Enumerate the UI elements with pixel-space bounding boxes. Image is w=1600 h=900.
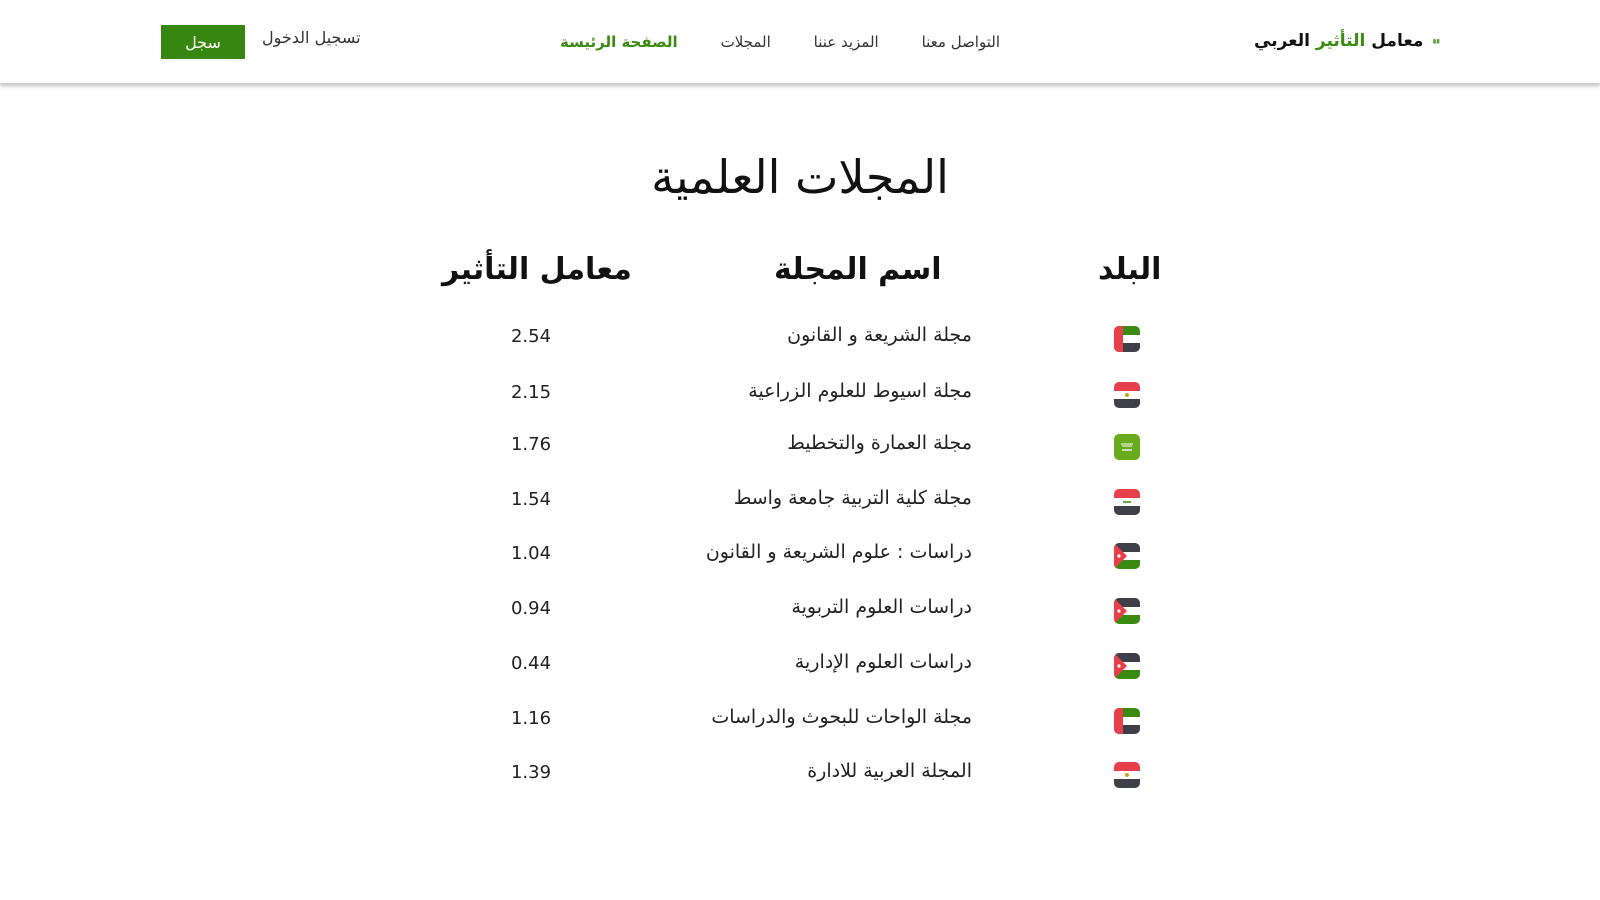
journal-name[interactable]: مجلة اسيوط للعلوم الزراعية — [748, 380, 972, 402]
site-logo[interactable]: معامل التأثير العربي — [1254, 26, 1440, 56]
login-link[interactable]: تسجيل الدخول — [262, 28, 361, 47]
table-row: دراسات العلوم الإدارية 0.44 — [0, 647, 1600, 687]
table-row: مجلة العمارة والتخطيط 1.76 — [0, 428, 1600, 468]
iraq-flag-icon — [1114, 489, 1140, 515]
impact-factor: 2.54 — [510, 326, 552, 347]
table-row: دراسات العلوم التربوية 0.94 — [0, 592, 1600, 632]
table-row: مجلة كلية التربية جامعة واسط 1.54 — [0, 483, 1600, 523]
journal-name[interactable]: دراسات : علوم الشريعة و القانون — [706, 541, 972, 563]
journal-name[interactable]: مجلة كلية التربية جامعة واسط — [734, 487, 972, 509]
journal-name[interactable]: مجلة الشريعة و القانون — [787, 324, 972, 346]
uae-flag-icon — [1114, 708, 1140, 734]
site-header: معامل التأثير العربي الصفحة الرئيسة المج… — [0, 0, 1600, 84]
column-header-name: اسم المجلة — [774, 252, 942, 287]
impact-factor: 2.15 — [510, 382, 552, 403]
column-header-country: البلد — [1098, 252, 1162, 287]
egypt-flag-icon — [1114, 382, 1140, 408]
table-row: مجلة الواحات للبحوث والدراسات 1.16 — [0, 702, 1600, 742]
nav-contact[interactable]: التواصل معنا — [922, 33, 1000, 51]
journal-name[interactable]: دراسات العلوم التربوية — [791, 596, 972, 618]
table-row: المجلة العربية للادارة 1.39 — [0, 756, 1600, 796]
impact-factor: 1.16 — [510, 708, 552, 729]
main-nav: الصفحة الرئيسة المجلات المزيد عننا التوا… — [560, 30, 1000, 54]
saudi-flag-icon — [1114, 434, 1140, 460]
register-button[interactable]: سجل — [161, 25, 245, 59]
impact-factor: 1.76 — [510, 434, 552, 455]
page-title: المجلات العلمية — [651, 150, 949, 204]
logo-text: معامل التأثير العربي — [1254, 31, 1424, 51]
open-book-icon — [1433, 39, 1440, 44]
egypt-flag-icon — [1114, 762, 1140, 788]
jordan-flag-icon — [1114, 653, 1140, 679]
uae-flag-icon — [1114, 326, 1140, 352]
impact-factor: 1.39 — [510, 762, 552, 783]
nav-journals[interactable]: المجلات — [721, 33, 771, 51]
table-row: مجلة اسيوط للعلوم الزراعية 2.15 — [0, 376, 1600, 416]
jordan-flag-icon — [1114, 598, 1140, 624]
table-row: مجلة الشريعة و القانون 2.54 — [0, 320, 1600, 360]
journal-name[interactable]: مجلة الواحات للبحوث والدراسات — [711, 706, 972, 728]
impact-factor: 0.94 — [510, 598, 552, 619]
journal-name[interactable]: المجلة العربية للادارة — [807, 760, 972, 782]
journal-name[interactable]: دراسات العلوم الإدارية — [795, 651, 972, 673]
jordan-flag-icon — [1114, 543, 1140, 569]
impact-factor: 0.44 — [510, 653, 552, 674]
table-row: دراسات : علوم الشريعة و القانون 1.04 — [0, 537, 1600, 577]
impact-factor: 1.04 — [510, 543, 552, 564]
nav-home[interactable]: الصفحة الرئيسة — [560, 33, 678, 51]
journal-name[interactable]: مجلة العمارة والتخطيط — [787, 432, 972, 454]
impact-factor: 1.54 — [510, 489, 552, 510]
column-header-factor: معامل التأثير — [442, 252, 632, 287]
nav-about[interactable]: المزيد عننا — [814, 33, 879, 51]
